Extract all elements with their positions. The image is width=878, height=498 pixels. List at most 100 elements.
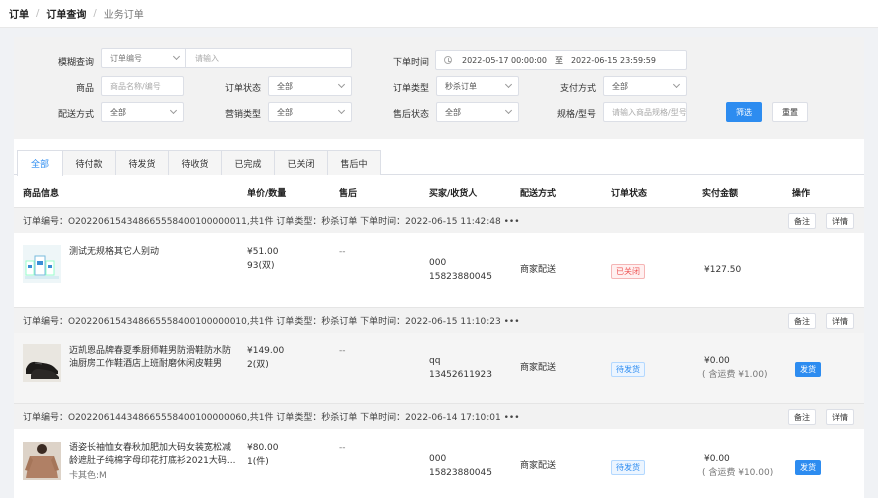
order-status-label: 订单状态 [224,84,261,94]
payment-method-value: 全部 [612,81,628,91]
order-status-select[interactable]: 全部 [268,76,352,96]
breadcrumb-item-order[interactable]: 订单 [9,6,29,21]
shipping-fee: ( 含运费 ¥10.00) [702,468,774,478]
quantity: 2(双) [247,360,269,370]
order-header: 订单编号：O20220615434866555840010000001​1,共1… [14,207,864,233]
tab-aftersale[interactable]: 售后中 [327,150,381,175]
order-type-select[interactable]: 秒杀订单 [436,76,519,96]
spec-model-label: 规格/型号 [556,110,596,120]
chevron-down-icon [337,80,346,89]
column-header-buyer: 买家/收货人 [429,189,478,199]
breadcrumb-item-business-order: 业务订单 [103,10,144,21]
aftersale-status-value: 全部 [445,107,461,117]
aftersale-value: -- [339,247,346,257]
tab-completed[interactable]: 已完成 [221,150,275,175]
note-button[interactable]: 备注 [788,313,816,329]
note-button[interactable]: 备注 [788,409,816,425]
delivery-method: 商家配送 [520,363,557,373]
tab-pending-payment[interactable]: 待付款 [62,150,116,175]
unit-price: ¥80.00 [247,443,279,453]
order-date-range-picker[interactable]: 2022-05-17 00:00:00 至 2022-06-15 23:59:5… [435,50,687,70]
product-input[interactable]: 商品名称/编号 [101,76,184,96]
marketing-type-value: 全部 [277,107,293,117]
product-name[interactable]: 语姿长袖恤女春秋加肥加大码女装宽松减龄遮肚子纯棉字母印花打底衫2021大码... [69,442,239,468]
detail-button[interactable]: 详情 [826,213,854,229]
chevron-down-icon [672,80,681,89]
breadcrumb-item-order-query[interactable]: 订单查询 [46,6,86,21]
detail-button[interactable]: 详情 [826,409,854,425]
chevron-down-icon [169,106,178,115]
filter-button[interactable]: 筛选 [726,102,762,122]
unit-price: ¥51.00 [247,247,279,257]
aftersale-status-select[interactable]: 全部 [436,102,519,122]
aftersale-status-label: 售后状态 [392,110,429,120]
fuzzy-type-select[interactable]: 订单编号 [102,49,186,67]
order-header: 订单编号：O20220614434866555840010000006​0,共1… [14,403,864,429]
filter-panel: 模糊查询 订单编号 请输入 下单时间 2022-05-17 00:00:00 至… [14,37,864,139]
main-card: 模糊查询 订单编号 请输入 下单时间 2022-05-17 00:00:00 至… [14,37,864,498]
paid-amount: ¥0.00 [704,454,730,464]
product-thumbnail[interactable] [23,442,61,480]
quantity: 93(双) [247,261,275,271]
product-label: 商品 [75,84,94,94]
order-status-tabs: 全部 待付款 待发货 待收货 已完成 已关闭 售后中 [14,150,864,176]
delivery-method-value: 全部 [110,107,126,117]
marketing-type-select[interactable]: 全部 [268,102,352,122]
buyer-name: qq [429,356,441,366]
buyer-phone: 15823880045 [429,272,492,282]
buyer-name: 000 [429,258,447,268]
chevron-down-icon [504,80,513,89]
note-button[interactable]: 备注 [788,213,816,229]
order-status-value: 全部 [277,81,293,91]
order-type-label: 订单类型 [392,84,429,94]
clock-icon [444,56,452,64]
buyer-phone: 15823880045 [429,468,492,478]
chevron-down-icon [504,106,513,115]
status-badge: 待发货 [611,362,645,377]
ship-button[interactable]: 发货 [795,362,821,377]
unit-price: ¥149.00 [247,346,285,356]
spec-model-input[interactable]: 请输入商品规格/型号 [603,102,687,122]
order-row: 测试无规格其它人别动 ¥51.00 93(双) -- 000 158238800… [14,233,864,307]
payment-method-label: 支付方式 [559,84,596,94]
date-end: 2022-06-15 23:59:59 [570,55,656,65]
column-header-aftersale: 售后 [339,189,358,199]
tab-closed[interactable]: 已关闭 [274,150,328,175]
aftersale-value: -- [339,443,346,453]
breadcrumb-separator: / [93,8,97,19]
fuzzy-query-label: 模糊查询 [57,58,94,68]
product-name[interactable]: 迈凯恩品牌春夏季厨师鞋男防滑鞋防水防油厨房工作鞋酒店上班耐磨休闲皮鞋男 [69,345,239,371]
buyer-phone: 13452611923 [429,370,492,380]
column-header-product: 商品信息 [23,189,60,199]
order-header-text: 订单编号：O20220615434866555840010000001​0,共1… [23,317,520,327]
paid-amount: ¥0.00 [704,356,730,366]
order-time-label: 下单时间 [392,58,429,68]
reset-button[interactable]: 重置 [772,102,808,122]
payment-method-select[interactable]: 全部 [603,76,687,96]
product-name[interactable]: 测试无规格其它人别动 [69,246,229,259]
tab-pending-shipment[interactable]: 待发货 [115,150,169,175]
date-start: 2022-05-17 00:00:00 [462,55,547,65]
delivery-method-select[interactable]: 全部 [101,102,184,122]
product-thumbnail[interactable] [23,245,61,283]
order-row: 语姿长袖恤女春秋加肥加大码女装宽松减龄遮肚子纯棉字母印花打底衫2021大码...… [14,429,864,498]
chevron-down-icon [337,106,346,115]
fuzzy-query-input[interactable]: 请输入 [186,53,219,64]
column-header-price-qty: 单价/数量 [247,189,287,199]
marketing-type-label: 营销类型 [224,110,261,120]
delivery-method: 商家配送 [520,461,557,471]
detail-button[interactable]: 详情 [826,313,854,329]
product-thumbnail[interactable] [23,344,61,382]
buyer-name: 000 [429,454,447,464]
delivery-method: 商家配送 [520,265,557,275]
breadcrumb: 订单 / 订单查询 / 业务订单 [0,0,878,28]
product-spec: 卡其色:M [69,471,107,481]
breadcrumb-separator: / [36,8,40,19]
tab-all[interactable]: 全部 [17,150,63,176]
order-header: 订单编号：O20220615434866555840010000001​0,共1… [14,307,864,333]
column-header-actions: 操作 [792,189,811,199]
order-type-value: 秒杀订单 [445,81,477,91]
date-range-separator: 至 [554,55,563,65]
ship-button[interactable]: 发货 [795,460,821,475]
tab-pending-receipt[interactable]: 待收货 [168,150,222,175]
